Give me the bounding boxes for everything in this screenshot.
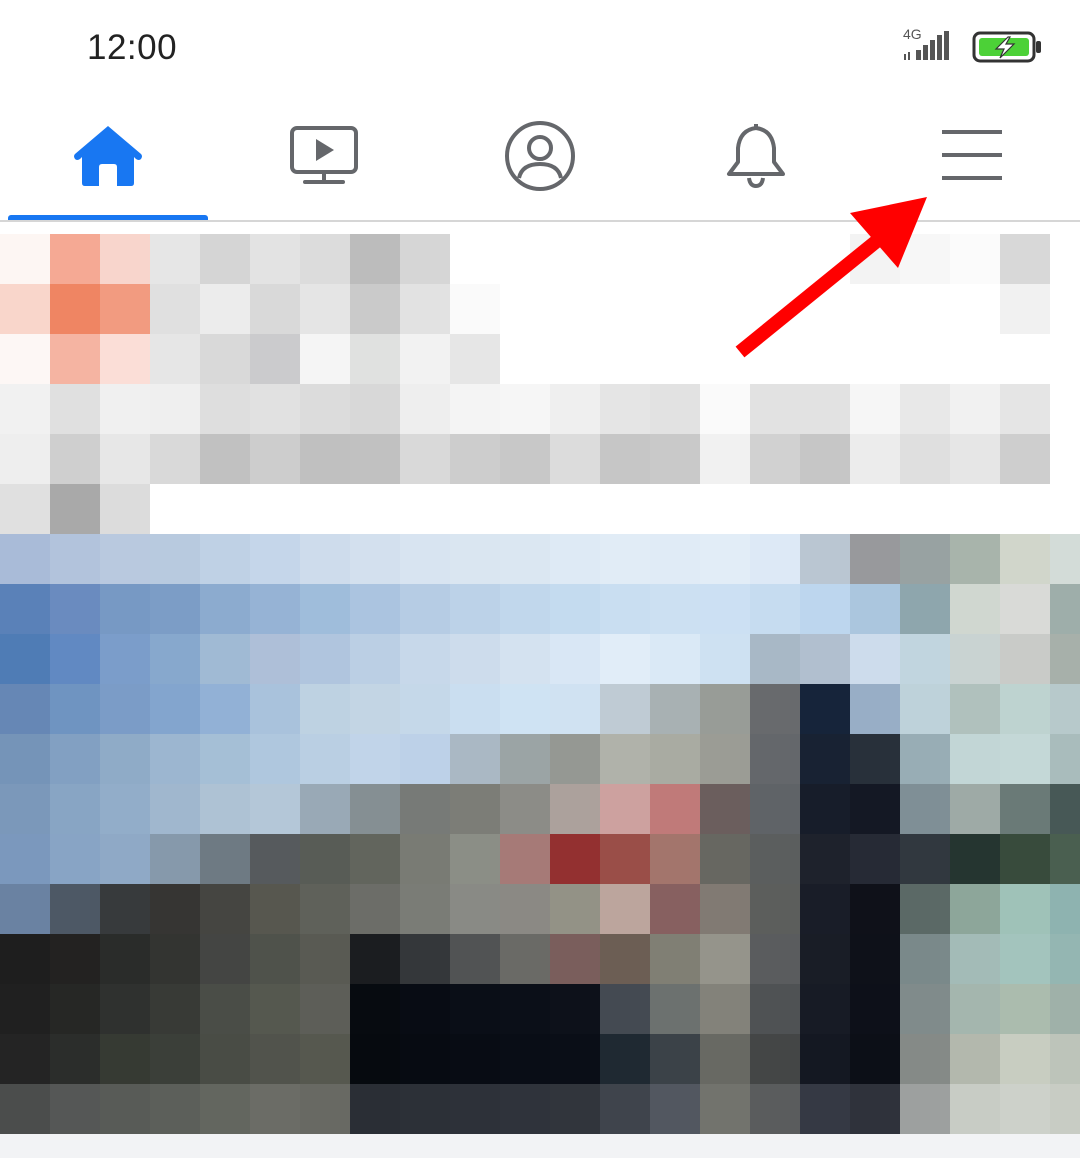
tab-watch[interactable]: [216, 95, 432, 217]
news-feed[interactable]: [0, 234, 1080, 1134]
tab-notifications[interactable]: [648, 95, 864, 217]
top-nav-bar: [0, 95, 1080, 222]
hamburger-menu-icon: [942, 130, 1002, 180]
pixelated-post-image: [0, 234, 1080, 1134]
battery-charging-icon: [972, 31, 1041, 63]
bottom-gap: [0, 1134, 1080, 1158]
nav-divider: [0, 220, 1080, 222]
status-time: 12:00: [87, 28, 178, 67]
bell-icon: [727, 124, 785, 189]
tab-home[interactable]: [0, 95, 216, 217]
home-icon: [74, 126, 142, 186]
status-bar: 12:00 4G: [0, 0, 1080, 95]
profile-icon: [505, 121, 575, 191]
tab-profile[interactable]: [432, 95, 648, 217]
video-play-icon: [290, 126, 358, 184]
signal-bars-icon: [904, 31, 949, 60]
tab-menu[interactable]: [864, 95, 1080, 217]
